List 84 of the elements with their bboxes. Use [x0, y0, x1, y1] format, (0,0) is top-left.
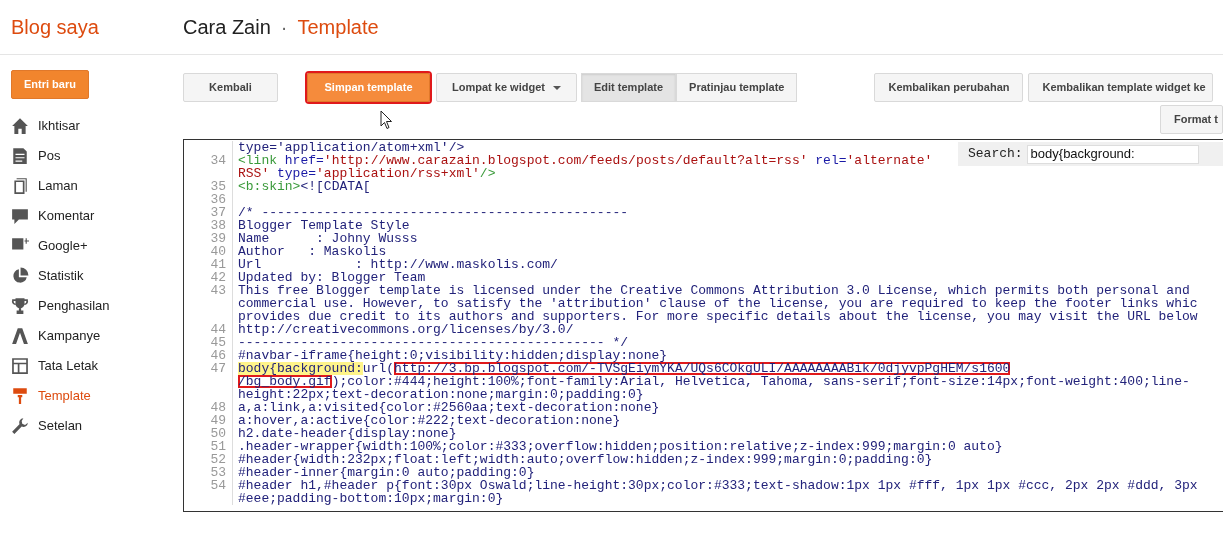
code-line: RSS' type='application/rss+xml'/> — [238, 166, 496, 181]
line-number: 45 — [210, 335, 226, 350]
code-line: Updated by: Blogger Team — [238, 270, 426, 285]
line-number: 35 — [210, 179, 226, 194]
home-icon — [11, 117, 29, 135]
campaign-icon — [11, 327, 29, 345]
wrench-icon — [11, 417, 29, 435]
sidebar-item[interactable]: Statistik — [11, 261, 170, 291]
code-line: h2.date-header{display:none} — [238, 426, 457, 441]
jump-to-widget-dropdown[interactable]: Lompat ke widget — [436, 73, 577, 102]
code-line: Blogger Template Style — [238, 218, 410, 233]
format-template-button[interactable]: Format t — [1160, 105, 1223, 134]
line-number: 47 — [210, 361, 226, 376]
code-line: #eee;padding-bottom:10px;margin:0} — [238, 491, 504, 506]
page-title: Template — [297, 15, 379, 40]
line-number: 38 — [210, 218, 226, 233]
line-number: 43 — [210, 283, 226, 298]
line-number: 48 — [210, 400, 226, 415]
trophy-icon — [11, 297, 29, 315]
document-icon — [11, 147, 29, 165]
sidebar-item[interactable]: Template — [11, 381, 170, 411]
sidebar-item[interactable]: Pos — [11, 141, 170, 171]
sidebar-item[interactable]: Laman — [11, 171, 170, 201]
code-line: .header-wrapper{width:100%;color:#333;overflow:hidden;position:relative;z-index:999;margin:0 auto} — [238, 439, 1003, 454]
code-line: #header-inner{margin:0 auto;padding:0} — [238, 465, 535, 480]
layout-icon — [11, 357, 29, 375]
code-line: #header h1,#header p{font:30px Oswald;line-height:30px;color:#333;text-shadow:1px 1px #fff, 1px 1px #ccc, 2px 2px #ddd, 3px — [238, 478, 1198, 493]
search-field[interactable]: body{background: — [1026, 144, 1199, 164]
search-match: body{background: — [238, 362, 363, 375]
line-number: 54 — [210, 478, 226, 493]
code-line: height:22px;text-decoration:none;margin:0;padding:0} — [238, 387, 644, 402]
sidebar-item[interactable]: Ikhtisar — [11, 111, 170, 141]
code-line: #navbar-iframe{height:0;visibility:hidden;display:none} — [238, 348, 668, 363]
back-button[interactable]: Kembali — [183, 73, 278, 102]
mouse-cursor-icon — [380, 110, 393, 130]
revert-changes-button[interactable]: Kembalikan perubahan — [874, 73, 1024, 102]
line-number: 39 — [210, 231, 226, 246]
line-number: 36 — [210, 192, 226, 207]
template-tab[interactable]: Pratinjau template — [676, 73, 798, 102]
code-line: Author : Maskolis — [238, 244, 387, 259]
template-tab[interactable]: Edit template — [581, 73, 677, 102]
paint-roller-icon — [11, 387, 29, 405]
sidebar-item[interactable]: Google+ — [11, 231, 170, 261]
comment-icon — [11, 207, 29, 225]
sidebar-item[interactable]: Kampanye — [11, 321, 170, 351]
revert-widget-templates-button[interactable]: Kembalikan template widget ke — [1028, 73, 1213, 102]
code-editor[interactable] — [183, 139, 1223, 512]
code-line: <link href='http://www.carazain.blogspot.com/feeds/posts/default?alt=rss' rel='alternate' — [238, 153, 933, 168]
line-number: 44 — [210, 322, 226, 337]
code-line: http://creativecommons.org/licenses/by/3.0/ — [238, 322, 574, 337]
sidebar-item[interactable]: Penghasilan — [11, 291, 170, 321]
title-separator: · — [280, 15, 288, 40]
code-line: provides due credit to its authors and supporters. For more specific details about the license, you may visit the URL below — [238, 309, 1198, 324]
blog-title: Cara Zain — [183, 15, 271, 40]
line-number: 37 — [210, 205, 226, 220]
code-line: #header{width:232px;float:left;width:auto;overflow:hidden;z-index:999;margin:0;padding:0} — [238, 452, 933, 467]
line-number: 51 — [210, 439, 226, 454]
code-line: ----------------------------------------------- */ — [238, 335, 629, 350]
line-number: 46 — [210, 348, 226, 363]
caret-icon — [552, 85, 561, 90]
line-number: 40 — [210, 244, 226, 259]
sidebar-item[interactable]: Komentar — [11, 201, 170, 231]
code-line: commercial use. However, to satisfy the 'attribution' clause of the license, you are required to keep the footer links whic — [238, 296, 1198, 311]
pie-chart-icon — [11, 267, 29, 285]
code-line: type='application/atom+xml'/> — [238, 140, 465, 155]
sidebar-item[interactable]: Tata Letak — [11, 351, 170, 381]
line-number: 41 — [210, 257, 226, 272]
code-line: This free Blogger template is licensed under the Creative Commons Attribution 3.0 License, which permits both personal and — [238, 283, 1190, 298]
code-line: <b:skin><![CDATA[ — [238, 179, 371, 194]
pages-icon — [11, 177, 29, 195]
code-line: a:hover,a:active{color:#222;text-decoration:none} — [238, 413, 621, 428]
line-number: 49 — [210, 413, 226, 428]
search-label: Search: — [968, 145, 1023, 164]
line-number: 52 — [210, 452, 226, 467]
line-number: 34 — [210, 153, 226, 168]
code-line: a,a:link,a:visited{color:#2560aa;text-decoration:none} — [238, 400, 660, 415]
code-line: Url : http://www.maskolis.com/ — [238, 257, 558, 272]
line-number: 53 — [210, 465, 226, 480]
sidebar-item[interactable]: Setelan — [11, 411, 170, 441]
blog-menu-link[interactable]: Blog saya — [0, 12, 183, 42]
line-number: 42 — [210, 270, 226, 285]
code-line: Name : Johny Wusss — [238, 231, 418, 246]
code-line: /* ----------------------------------------------- — [238, 205, 629, 220]
line-number: 50 — [210, 426, 226, 441]
